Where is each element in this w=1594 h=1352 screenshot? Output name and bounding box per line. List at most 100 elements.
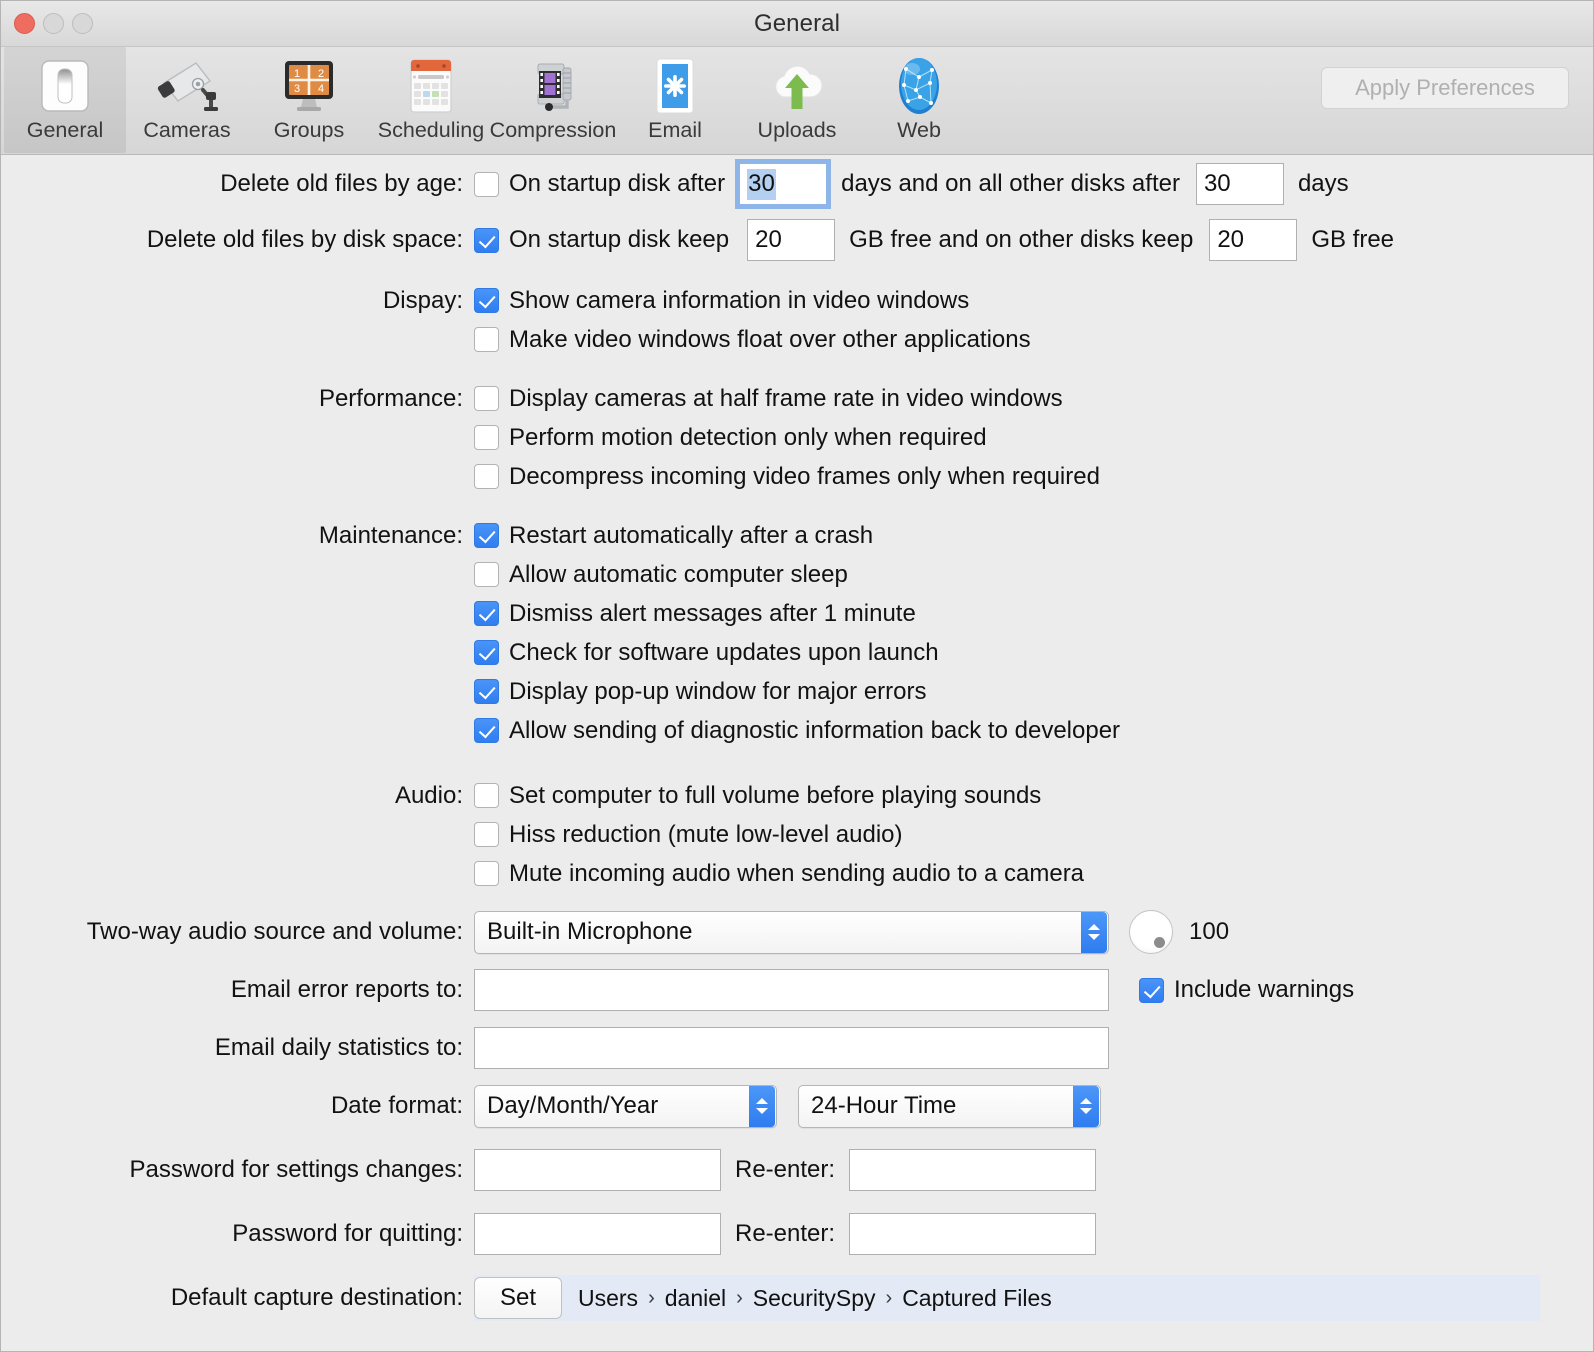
svg-text:2: 2: [318, 68, 324, 80]
maintenance-option-0-label: Restart automatically after a crash: [509, 522, 873, 550]
preferences-window: General General: [0, 0, 1594, 1352]
volume-knob[interactable]: [1129, 910, 1173, 954]
toolbar-item-groups[interactable]: 1 2 3 4 Groups: [248, 47, 370, 153]
time-format-select[interactable]: 24-Hour Time: [798, 1085, 1101, 1128]
maintenance-row: Maintenance: Restart automatically after…: [1, 516, 1593, 555]
toolbar-item-uploads[interactable]: Uploads: [736, 47, 858, 153]
audio-label: Audio:: [1, 782, 474, 810]
film-clamp-icon: [492, 53, 614, 119]
audio-source-select[interactable]: Built-in Microphone: [474, 911, 1109, 954]
password-settings-input[interactable]: [474, 1149, 721, 1191]
toolbar-item-web[interactable]: Web: [858, 47, 980, 153]
performance-option-2-checkbox[interactable]: [474, 464, 499, 489]
other-disks-days-input[interactable]: 30: [1196, 163, 1284, 205]
toolbar-label-groups: Groups: [274, 120, 345, 142]
audio-option-2-checkbox[interactable]: [474, 861, 499, 886]
performance-label: Performance:: [1, 385, 474, 413]
capture-destination-label: Default capture destination:: [1, 1284, 474, 1312]
toolbar-label-compression: Compression: [490, 120, 617, 142]
audio-row: Audio: Set computer to full volume befor…: [1, 776, 1593, 815]
toolbar-item-scheduling[interactable]: Scheduling: [370, 47, 492, 153]
maintenance-option-1-checkbox[interactable]: [474, 562, 499, 587]
breadcrumb-item-securityspy[interactable]: SecuritySpy: [753, 1285, 876, 1312]
email-error-input[interactable]: [474, 969, 1109, 1011]
performance-option-2-label: Decompress incoming video frames only wh…: [509, 463, 1100, 491]
toolbar-label-uploads: Uploads: [758, 120, 837, 142]
include-warnings-label: Include warnings: [1174, 976, 1354, 1004]
password-quitting-reenter-input[interactable]: [849, 1213, 1096, 1255]
audio-option-0-label: Set computer to full volume before playi…: [509, 782, 1041, 810]
email-stats-input[interactable]: [474, 1027, 1109, 1069]
audio-source-value: Built-in Microphone: [475, 918, 1081, 946]
toolbar-item-email[interactable]: Email: [614, 47, 736, 153]
delete-by-space-mid-text: GB free and on other disks keep: [849, 226, 1193, 254]
maintenance-option-0-checkbox[interactable]: [474, 523, 499, 548]
date-format-select[interactable]: Day/Month/Year: [474, 1085, 777, 1128]
capture-destination-row: Default capture destination: Set Users ›…: [1, 1273, 1593, 1323]
maximize-button[interactable]: [72, 13, 93, 34]
audio-option-0-checkbox[interactable]: [474, 783, 499, 808]
breadcrumb-item-users[interactable]: Users: [578, 1285, 638, 1312]
include-warnings-checkbox[interactable]: [1139, 978, 1164, 1003]
delete-by-age-checkbox[interactable]: [474, 172, 499, 197]
close-button[interactable]: [14, 13, 35, 34]
apply-preferences-button[interactable]: Apply Preferences: [1321, 67, 1569, 109]
startup-disk-gb-input[interactable]: 20: [747, 219, 835, 261]
password-settings-reenter-input[interactable]: [849, 1149, 1096, 1191]
maintenance-option-5-row: Allow sending of diagnostic information …: [1, 711, 1593, 750]
maintenance-option-5-checkbox[interactable]: [474, 718, 499, 743]
email-error-label: Email error reports to:: [1, 976, 474, 1004]
display-option-0-checkbox[interactable]: [474, 288, 499, 313]
performance-option-1-label: Perform motion detection only when requi…: [509, 424, 987, 452]
breadcrumb-item-captured-files[interactable]: Captured Files: [902, 1285, 1052, 1312]
breadcrumb-separator: ›: [736, 1287, 743, 1310]
maintenance-option-4-row: Display pop-up window for major errors: [1, 672, 1593, 711]
other-disks-gb-input[interactable]: 20: [1209, 219, 1297, 261]
maintenance-option-3-checkbox[interactable]: [474, 640, 499, 665]
window-title: General: [1, 10, 1593, 38]
email-stats-label: Email daily statistics to:: [1, 1034, 474, 1062]
set-capture-destination-button[interactable]: Set: [474, 1277, 562, 1319]
security-camera-icon: [126, 53, 248, 119]
audio-option-1-row: Hiss reduction (mute low-level audio): [1, 815, 1593, 854]
audio-option-1-checkbox[interactable]: [474, 822, 499, 847]
maintenance-label: Maintenance:: [1, 522, 474, 550]
delete-by-age-label: Delete old files by age:: [1, 170, 474, 198]
maintenance-option-2-checkbox[interactable]: [474, 601, 499, 626]
toolbar-label-email: Email: [648, 120, 702, 142]
chevron-updown-icon: [1081, 912, 1107, 953]
toolbar-item-general[interactable]: General: [4, 47, 126, 153]
breadcrumb-separator: ›: [648, 1287, 655, 1310]
date-format-label: Date format:: [1, 1092, 474, 1120]
performance-option-0-checkbox[interactable]: [474, 386, 499, 411]
startup-disk-days-input[interactable]: 30: [739, 163, 827, 205]
chevron-updown-icon: [1073, 1086, 1099, 1127]
two-way-audio-label: Two-way audio source and volume:: [1, 918, 474, 946]
minimize-button[interactable]: [43, 13, 64, 34]
password-quitting-row: Password for quitting: Re-enter:: [1, 1209, 1593, 1259]
maintenance-option-1-label: Allow automatic computer sleep: [509, 561, 848, 589]
delete-by-age-mid-text: days and on all other disks after: [841, 170, 1180, 198]
time-format-value: 24-Hour Time: [799, 1092, 1073, 1120]
password-quitting-label: Password for quitting:: [1, 1220, 474, 1248]
delete-by-age-checkbox-label: On startup disk after: [509, 170, 725, 198]
svg-text:1: 1: [294, 68, 300, 80]
svg-text:3: 3: [294, 83, 300, 95]
maintenance-option-4-label: Display pop-up window for major errors: [509, 678, 927, 706]
password-quitting-input[interactable]: [474, 1213, 721, 1255]
general-preferences-pane: Delete old files by age: On startup disk…: [1, 155, 1593, 1351]
cloud-upload-icon: [736, 53, 858, 119]
date-format-row: Date format: Day/Month/Year 24-Hour Time: [1, 1081, 1593, 1131]
password-settings-label: Password for settings changes:: [1, 1156, 474, 1184]
toolbar-item-cameras[interactable]: Cameras: [126, 47, 248, 153]
performance-option-1-checkbox[interactable]: [474, 425, 499, 450]
performance-option-0-label: Display cameras at half frame rate in vi…: [509, 385, 1063, 413]
maintenance-option-3-row: Check for software updates upon launch: [1, 633, 1593, 672]
toolbar-item-compression[interactable]: Compression: [492, 47, 614, 153]
delete-by-age-row: Delete old files by age: On startup disk…: [1, 163, 1593, 205]
maintenance-option-4-checkbox[interactable]: [474, 679, 499, 704]
breadcrumb-item-daniel[interactable]: daniel: [665, 1285, 726, 1312]
delete-by-space-checkbox[interactable]: [474, 228, 499, 253]
display-option-0-label: Show camera information in video windows: [509, 287, 969, 315]
display-option-1-checkbox[interactable]: [474, 327, 499, 352]
